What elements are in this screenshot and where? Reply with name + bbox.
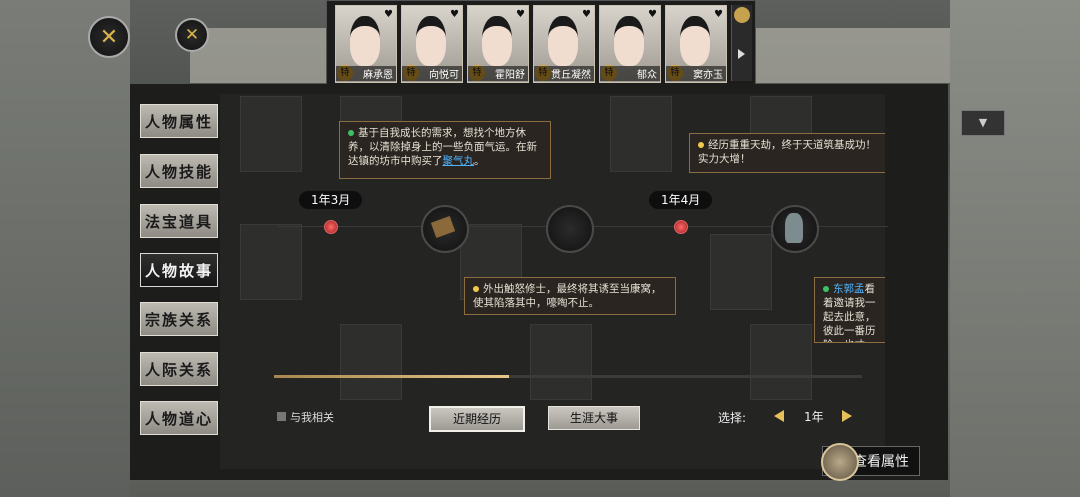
tab-skills[interactable]: 人物技能 bbox=[140, 154, 218, 188]
event-card: 外出触怒修士，最终将其诱至当康窝，使其陷落其中，嚎啕不止。 bbox=[464, 277, 676, 315]
portrait-face bbox=[350, 16, 380, 66]
event-text: 外出触怒修士，最终将其诱至当康窝，使其陷落其中，嚎啕不止。 bbox=[473, 283, 662, 309]
event-dot bbox=[823, 286, 829, 292]
portrait-face bbox=[680, 16, 710, 66]
heart-icon: ♥ bbox=[384, 9, 393, 20]
career-milestones-button[interactable]: 生涯大事 bbox=[548, 406, 640, 430]
portrait-face bbox=[482, 16, 512, 66]
tab-attributes[interactable]: 人物属性 bbox=[140, 104, 218, 138]
faded-portrait bbox=[340, 324, 402, 400]
background-left-scenery bbox=[0, 0, 130, 497]
faded-portrait bbox=[240, 96, 302, 172]
event-dot bbox=[348, 130, 354, 136]
chevron-right-icon[interactable] bbox=[842, 410, 852, 422]
group-icon bbox=[734, 7, 750, 23]
item-icon bbox=[430, 216, 456, 238]
faded-portrait bbox=[710, 234, 772, 310]
meditating-figure-icon bbox=[785, 213, 803, 243]
portrait-name: 贯丘凝然 bbox=[534, 66, 594, 81]
faded-portrait bbox=[530, 324, 592, 400]
date-label: 1年4月 bbox=[649, 191, 713, 209]
portrait-name: 向悦可 bbox=[402, 66, 462, 81]
tab-clan[interactable]: 宗族关系 bbox=[140, 302, 218, 336]
select-label: 选择: bbox=[718, 411, 747, 425]
portrait-face bbox=[548, 16, 578, 66]
portrait-face bbox=[416, 16, 446, 66]
portrait-name: 窦亦玉 bbox=[666, 66, 726, 81]
heart-icon: ♥ bbox=[648, 9, 657, 20]
close-icon[interactable]: ✕ bbox=[88, 16, 130, 58]
character-icon bbox=[821, 443, 859, 481]
heart-icon: ♥ bbox=[450, 9, 459, 20]
heart-icon: ♥ bbox=[516, 9, 525, 20]
recent-experience-button[interactable]: 近期经历 bbox=[429, 406, 525, 432]
event-node[interactable] bbox=[421, 205, 469, 253]
event-card: 东郭孟看着邀请我一起去此意，彼此一番历险，也才 bbox=[814, 277, 885, 343]
faded-portrait bbox=[610, 96, 672, 172]
event-dot bbox=[698, 142, 704, 148]
character-link[interactable]: 东郭孟 bbox=[833, 283, 865, 295]
portrait-card[interactable]: ♥ 特 郁众 bbox=[599, 5, 661, 83]
event-text: 经历重重天劫，终于天道筑基成功！实力大增！ bbox=[698, 139, 876, 165]
view-attributes-label: 查看属性 bbox=[853, 454, 909, 470]
year-value: 1年 bbox=[804, 410, 824, 424]
portrait-card[interactable]: ♥ 特 向悦可 bbox=[401, 5, 463, 83]
portrait-name: 麻承恩 bbox=[336, 66, 396, 81]
portrait-scroll[interactable] bbox=[731, 5, 752, 81]
related-label: 与我相关 bbox=[290, 411, 334, 424]
portrait-card[interactable]: ♥ 特 贯丘凝然 bbox=[533, 5, 595, 83]
heart-icon: ♥ bbox=[582, 9, 591, 20]
event-card: 经历重重天劫，终于天道筑基成功！实力大增！ bbox=[689, 133, 885, 173]
related-checkbox[interactable] bbox=[277, 412, 286, 421]
view-attributes-button[interactable]: 查看属性 bbox=[821, 443, 920, 481]
background-right-scenery bbox=[950, 0, 1080, 497]
tab-treasures[interactable]: 法宝道具 bbox=[140, 204, 218, 238]
portrait-name: 郁众 bbox=[600, 66, 660, 81]
tab-dao-heart[interactable]: 人物道心 bbox=[140, 401, 218, 435]
event-card: 基于自我成长的需求，想找个地方休养，以清除掉身上的一些负面气运。在新达镇的坊市中… bbox=[339, 121, 551, 179]
portrait-card[interactable]: ♥ 特 霍阳舒 bbox=[467, 5, 529, 83]
month-marker bbox=[324, 220, 338, 234]
portrait-face bbox=[614, 16, 644, 66]
portrait-name: 霍阳舒 bbox=[468, 66, 528, 81]
event-text-end: 。 bbox=[474, 155, 485, 167]
chevron-right-icon bbox=[738, 49, 745, 59]
portrait-card[interactable]: ♥ 特 窦亦玉 bbox=[665, 5, 727, 83]
item-link[interactable]: 聚气丸 bbox=[443, 155, 475, 167]
event-node[interactable] bbox=[771, 205, 819, 253]
faded-portrait bbox=[750, 324, 812, 400]
heart-icon: ♥ bbox=[714, 9, 723, 20]
timeline-progress-fill bbox=[274, 375, 510, 378]
event-dot bbox=[473, 286, 479, 292]
event-node[interactable] bbox=[546, 205, 594, 253]
tab-story[interactable]: 人物故事 bbox=[140, 253, 218, 287]
timeline-progress[interactable] bbox=[274, 375, 862, 378]
close-icon-secondary[interactable]: ✕ bbox=[175, 18, 209, 52]
month-marker bbox=[674, 220, 688, 234]
chevron-left-icon[interactable] bbox=[774, 410, 784, 422]
tab-relations[interactable]: 人际关系 bbox=[140, 352, 218, 386]
faded-portrait bbox=[240, 224, 302, 300]
date-label: 1年3月 bbox=[299, 191, 363, 209]
character-portrait-strip: ♥ 特 麻承恩 ♥ 特 向悦可 ♥ 特 霍阳舒 ♥ 特 贯丘凝然 ♥ 特 郁众 … bbox=[326, 0, 756, 86]
right-side-button[interactable]: ▼ bbox=[961, 110, 1005, 136]
portrait-card[interactable]: ♥ 特 麻承恩 bbox=[335, 5, 397, 83]
